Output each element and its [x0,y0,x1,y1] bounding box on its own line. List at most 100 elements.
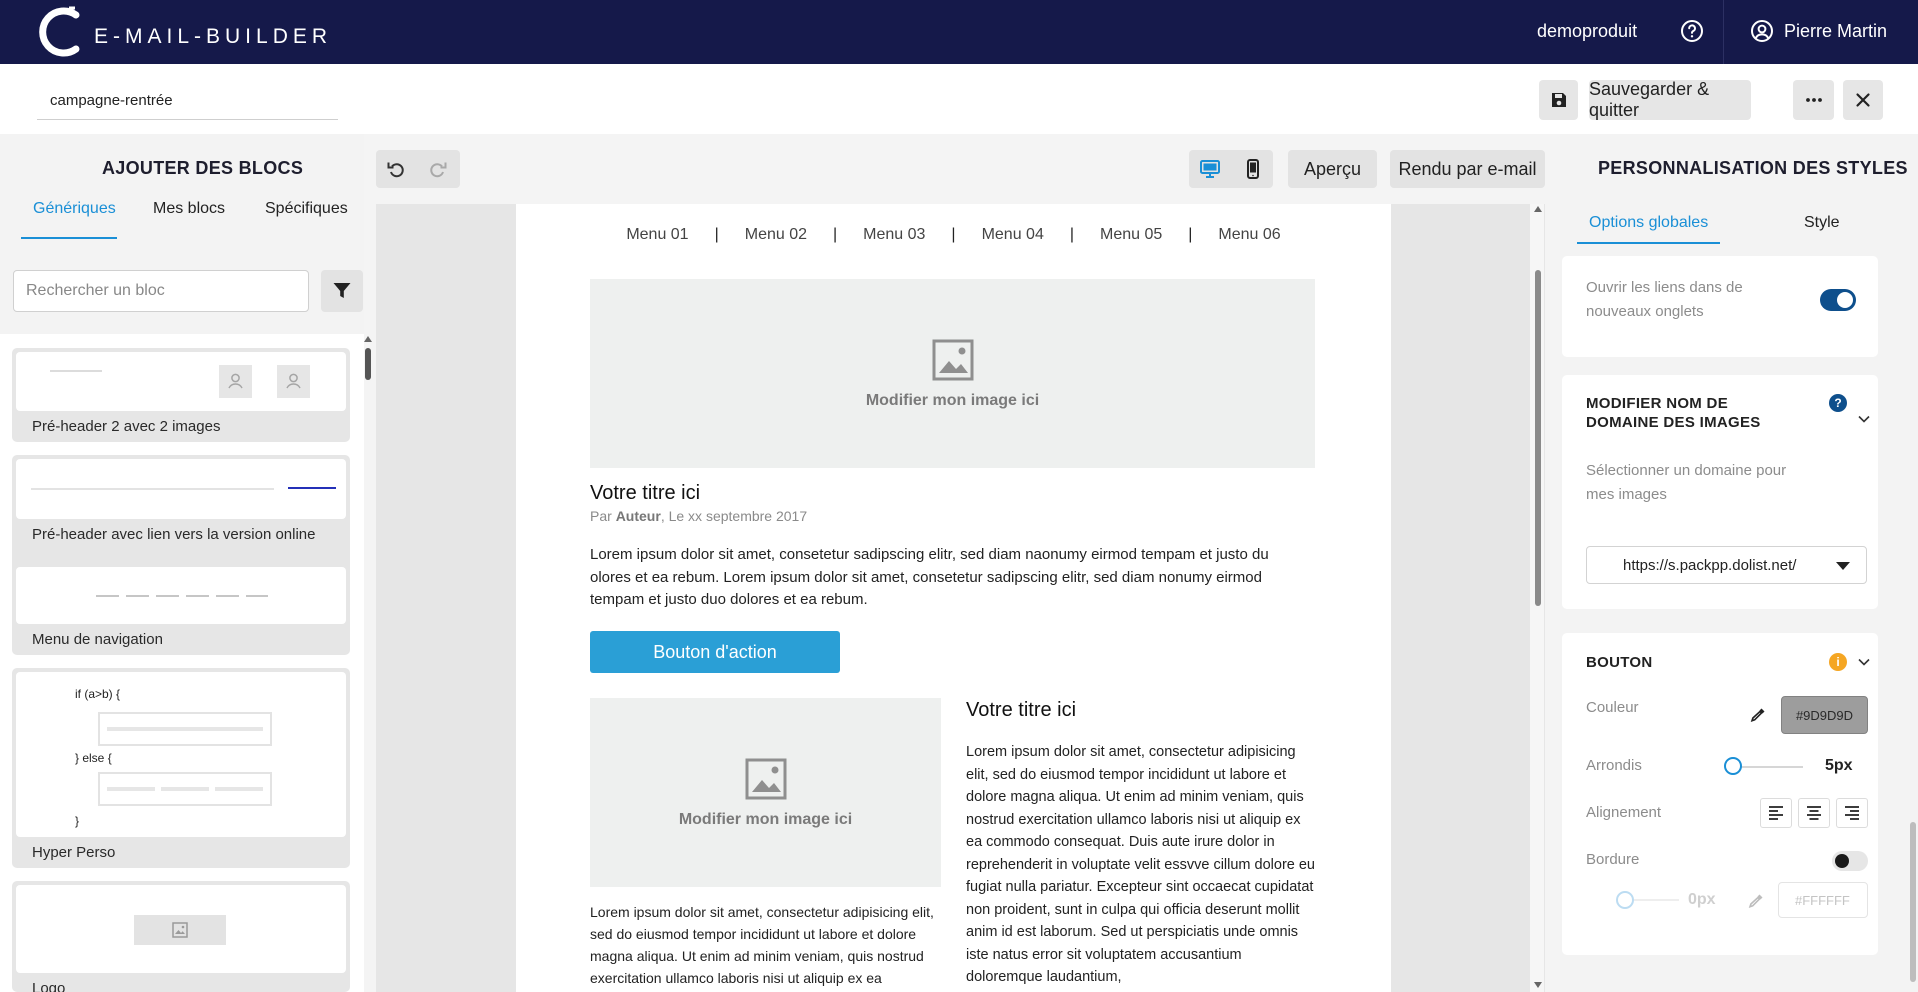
more-options-button[interactable] [1793,80,1834,120]
tab-global-options[interactable]: Options globales [1589,214,1708,232]
image-domain-value: https://s.packpp.dolist.net/ [1623,556,1797,574]
redo-icon[interactable] [429,160,447,178]
scroll-up-arrow[interactable] [364,336,372,342]
open-links-toggle[interactable] [1820,289,1856,311]
help-icon[interactable] [1680,19,1704,43]
open-links-label: Ouvrir les liens dans de nouveaux onglet… [1586,279,1743,320]
email-render-button[interactable]: Rendu par e-mail [1390,150,1545,188]
block-preview [16,567,346,624]
caret-down-icon [1836,562,1850,570]
border-label: Bordure [1586,851,1640,868]
email-menu-item[interactable]: Menu 01 [600,226,714,244]
email-menu-item[interactable]: Menu 03 [837,226,951,244]
save-button[interactable] [1539,80,1578,120]
action-button[interactable]: Bouton d'action [590,631,840,673]
block-logo[interactable]: Logo [12,881,350,992]
hero-image-placeholder[interactable]: Modifier mon image ici [590,279,1315,468]
article-title[interactable]: Votre titre ici [590,482,700,505]
chevron-down-icon[interactable] [1857,412,1871,426]
eyedropper-icon[interactable] [1750,706,1767,723]
avatar-placeholder-icon [277,365,310,398]
scroll-down-arrow[interactable] [1534,982,1542,988]
column-paragraph[interactable]: Lorem ipsum dolor sit amet, consectetur … [590,901,941,989]
color-label: Couleur [1586,699,1639,716]
add-blocks-title: AJOUTER DES BLOCS [102,158,304,178]
scroll-up-arrow[interactable] [1534,206,1542,212]
email-menu-item[interactable]: Menu 05 [1074,226,1188,244]
button-color-swatch[interactable]: #9D9D9D [1781,696,1868,734]
chevron-down-icon[interactable] [1857,655,1871,669]
email-menu-item[interactable]: Menu 04 [956,226,1070,244]
tab-style[interactable]: Style [1804,214,1840,232]
align-center-button[interactable] [1798,798,1830,828]
email-canvas: Menu 01 | Menu 02 | Menu 03 | Menu 04 | Menu… [376,204,1545,992]
email-menu-item[interactable]: Menu 06 [1192,226,1306,244]
save-quit-button[interactable]: Sauvegarder & quitter [1589,79,1751,120]
block-search-input[interactable] [13,270,309,312]
radius-slider-track[interactable] [1733,766,1803,768]
active-tab-indicator [1577,242,1720,244]
info-badge-icon[interactable]: i [1829,653,1847,671]
image-icon [932,339,973,380]
border-color-swatch[interactable]: #FFFFFF [1778,882,1868,918]
image-placeholder-label: Modifier mon image ici [678,810,853,828]
block-preview [16,352,346,411]
eyedropper-icon[interactable] [1748,892,1765,909]
styles-panel-scrollbar[interactable] [1910,822,1916,982]
article-meta: Par Auteur, Le xx septembre 2017 [590,508,808,524]
alignment-label: Alignement [1586,804,1662,821]
block-preview [16,885,346,973]
filter-button[interactable] [321,270,363,312]
border-toggle[interactable] [1832,851,1868,871]
block-preheader-2-images[interactable]: Pré-header 2 avec 2 images [12,348,350,442]
desktop-icon[interactable] [1199,158,1221,180]
align-left-button[interactable] [1760,798,1792,828]
undo-icon[interactable] [387,160,405,178]
block-preview [16,459,346,519]
block-label: Logo [32,980,66,992]
image-icon [745,758,786,799]
tab-specifiques[interactable]: Spécifiques [265,200,348,218]
block-list-scrollbar[interactable] [365,348,371,380]
user-circle-icon [1751,20,1773,42]
article-paragraph[interactable]: Lorem ipsum dolor sit amet, consetetur s… [590,544,1312,612]
border-value: 0px [1688,891,1716,908]
mobile-icon[interactable] [1242,158,1264,180]
filter-icon [333,283,351,298]
image-domain-select[interactable]: https://s.packpp.dolist.net/ [1586,546,1867,584]
align-right-button[interactable] [1836,798,1868,828]
block-preview: if (a>b) { } else { } [16,672,346,837]
user-menu[interactable]: Pierre Martin [1750,19,1887,43]
user-name: Pierre Martin [1784,20,1888,41]
close-button[interactable] [1843,80,1883,120]
radius-slider-handle[interactable] [1724,757,1742,775]
close-icon [1856,93,1870,107]
column-title[interactable]: Votre titre ici [966,699,1076,722]
column-paragraph[interactable]: Lorem ipsum dolor sit amet, consectetur … [966,741,1316,989]
avatar-placeholder-icon [219,365,252,398]
account-name[interactable]: demoproduit [1537,21,1637,42]
campaign-name-input[interactable] [37,82,338,120]
preview-button[interactable]: Aperçu [1288,150,1377,188]
block-label: Pré-header 2 avec 2 images [32,418,221,435]
image-domain-description: Sélectionner un domaine pour mes images [1586,462,1787,503]
email-preview: Menu 01 | Menu 02 | Menu 03 | Menu 04 | Menu… [516,204,1391,992]
device-toggle [1189,150,1273,188]
app-logo[interactable]: E-MAIL-BUILDER [36,4,327,60]
email-menu-item[interactable]: Menu 02 [719,226,833,244]
align-left-icon [1769,806,1783,820]
top-bar: E-MAIL-BUILDER demoproduit Pierre Martin [0,0,1918,64]
block-preheader-online-link[interactable]: Pré-header avec lien vers la version onl… [12,455,350,550]
help-badge-icon[interactable]: ? [1829,394,1847,412]
canvas-scrollbar[interactable] [1535,270,1541,606]
block-navigation-menu[interactable]: Menu de navigation [12,563,350,655]
border-slider-handle[interactable] [1616,891,1634,909]
block-label: Hyper Perso [32,844,116,861]
image-icon [134,915,226,945]
secondary-image-placeholder[interactable]: Modifier mon image ici [590,698,941,887]
tab-mes-blocs[interactable]: Mes blocs [153,200,225,218]
more-dots-icon [1805,98,1822,102]
tab-generiques[interactable]: Génériques [33,200,116,218]
block-hyper-perso[interactable]: if (a>b) { } else { } Hyper Perso [12,668,350,868]
image-placeholder-label: Modifier mon image ici [865,391,1040,409]
